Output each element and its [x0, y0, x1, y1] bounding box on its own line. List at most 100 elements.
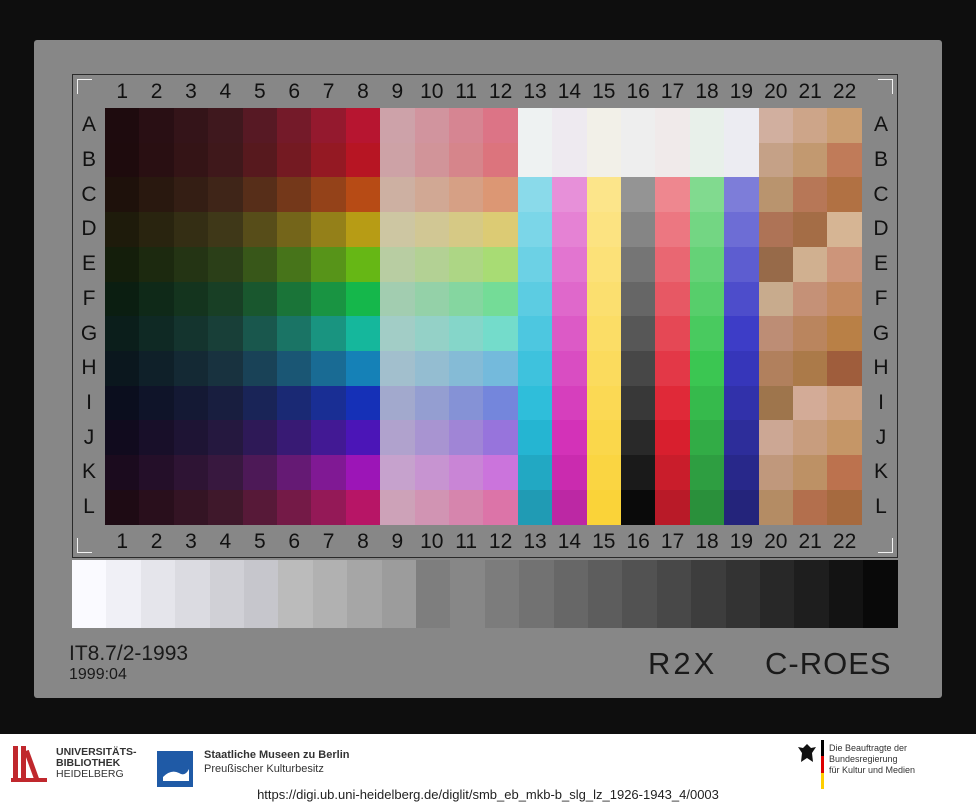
- color-patch: [724, 281, 760, 317]
- color-patch: [793, 350, 828, 387]
- color-patch: [105, 420, 140, 456]
- color-patch: [242, 212, 278, 248]
- color-patch: [552, 281, 588, 317]
- color-patch: [724, 177, 760, 213]
- heidelberg-name-line3: HEIDELBERG: [56, 768, 124, 780]
- column-label-top: 1: [116, 80, 129, 103]
- bkm-name-line1: Die Beauftragte der Bundesregierung: [829, 743, 908, 764]
- column-label-bottom: 11: [455, 530, 478, 553]
- color-patch: [517, 350, 553, 387]
- color-patch: [655, 177, 691, 213]
- smb-name-line1: Staatliche Museen zu Berlin: [204, 749, 350, 761]
- color-patch: [380, 246, 416, 283]
- color-patch: [793, 108, 828, 144]
- color-patch: [449, 177, 484, 213]
- color-patch: [105, 350, 140, 387]
- grey-step: [347, 560, 383, 628]
- color-patch: [689, 177, 725, 213]
- color-patch: [621, 316, 656, 352]
- color-patch: [689, 420, 725, 456]
- color-patch: [655, 350, 691, 387]
- color-patch: [586, 316, 622, 352]
- column-label-top: 22: [832, 80, 857, 103]
- color-patch: [689, 108, 725, 144]
- color-patch: [552, 142, 588, 178]
- code-left: R2X: [648, 646, 718, 681]
- source-url[interactable]: https://digi.ub.uni-heidelberg.de/diglit…: [0, 787, 976, 802]
- column-label-top: 2: [150, 80, 163, 103]
- color-patch: [345, 142, 381, 178]
- color-patch: [173, 177, 209, 213]
- color-patch: [414, 212, 450, 248]
- color-patch: [277, 455, 312, 491]
- color-patch: [724, 350, 760, 387]
- color-patch: [758, 177, 794, 213]
- color-patch: [242, 316, 278, 352]
- color-patch: [242, 177, 278, 213]
- color-patch: [758, 212, 794, 248]
- color-patch: [758, 281, 794, 317]
- row-label-right: H: [873, 356, 889, 380]
- column-label-top: 18: [695, 80, 719, 103]
- color-patch: [345, 385, 381, 421]
- color-patch: [483, 108, 519, 144]
- color-patch: [724, 420, 760, 456]
- color-patch: [414, 385, 450, 421]
- grey-step: [863, 560, 899, 628]
- color-patch: [517, 489, 553, 525]
- footer-bar: UNIVERSITÄTS- BIBLIOTHEK HEIDELBERG Staa…: [0, 734, 976, 803]
- color-patch: [517, 108, 553, 144]
- color-patch: [552, 385, 588, 421]
- grey-step: [828, 560, 864, 628]
- color-patch: [793, 212, 828, 248]
- color-patch: [483, 420, 519, 456]
- color-patch: [552, 108, 588, 144]
- color-patch: [724, 142, 760, 178]
- color-patch: [277, 489, 312, 525]
- color-patch: [827, 281, 863, 317]
- color-patch: [139, 212, 175, 248]
- color-patch: [689, 489, 725, 525]
- color-patch: [586, 455, 622, 491]
- color-patch: [724, 455, 760, 491]
- color-patch: [173, 281, 209, 317]
- color-patch: [345, 316, 381, 352]
- color-patch: [793, 142, 828, 178]
- grey-step: [72, 560, 107, 628]
- column-label-top: 10: [420, 80, 444, 103]
- color-patch: [827, 316, 863, 352]
- row-label-left: E: [81, 252, 96, 276]
- color-patch: [345, 420, 381, 456]
- column-label-top: 15: [592, 80, 616, 103]
- color-patch: [277, 420, 312, 456]
- color-patch: [449, 316, 484, 352]
- color-patch: [139, 316, 175, 352]
- color-patch: [655, 316, 691, 352]
- color-patch: [242, 246, 278, 283]
- color-patch: [345, 212, 381, 248]
- color-patch: [517, 177, 553, 213]
- color-patch: [689, 385, 725, 421]
- color-patch: [552, 316, 588, 352]
- color-patch: [105, 385, 140, 421]
- row-label-left: K: [81, 460, 96, 484]
- color-patch: [517, 246, 553, 283]
- color-patch: [380, 385, 416, 421]
- grey-step: [622, 560, 658, 628]
- color-patch: [208, 316, 244, 352]
- column-label-bottom: 7: [322, 530, 335, 553]
- color-patch: [827, 385, 863, 421]
- color-patch: [621, 350, 656, 387]
- color-patch: [655, 246, 691, 283]
- color-patch: [621, 108, 656, 144]
- color-patch: [517, 455, 553, 491]
- color-patch: [311, 350, 347, 387]
- color-patch: [483, 350, 519, 387]
- color-patch: [793, 420, 828, 456]
- grey-step: [312, 560, 348, 628]
- color-patch: [827, 246, 863, 283]
- color-patch: [758, 246, 794, 283]
- color-patch: [552, 455, 588, 491]
- color-patch: [586, 177, 622, 213]
- color-patch: [586, 212, 622, 248]
